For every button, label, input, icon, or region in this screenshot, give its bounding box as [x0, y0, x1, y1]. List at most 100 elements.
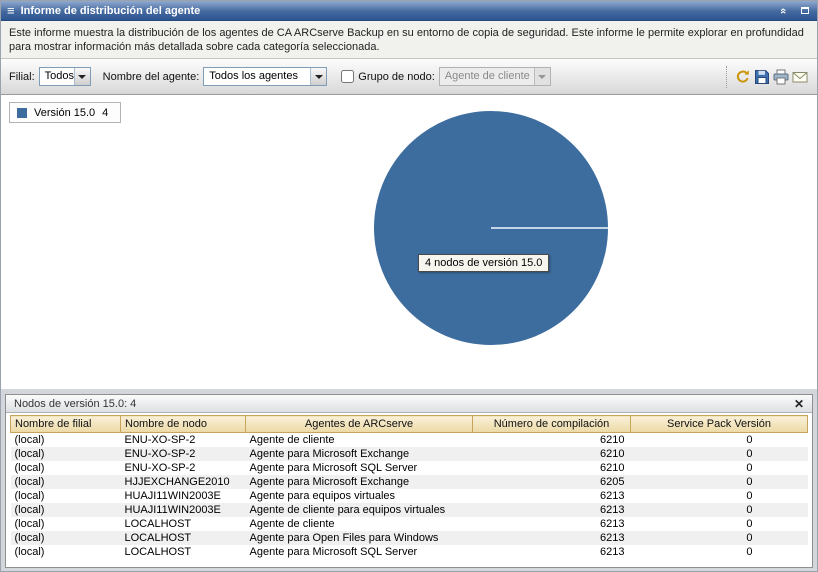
cell-node-name: LOCALHOST	[121, 517, 246, 531]
node-group-label: Grupo de nodo:	[358, 71, 434, 83]
table-row[interactable]: (local) LOCALHOST Agente para Microsoft …	[11, 545, 808, 559]
table-row[interactable]: (local) ENU-XO-SP-2 Agente de cliente 62…	[11, 433, 808, 447]
chart-area: Versión 15.0 4 4 nodos de versión 15.0	[1, 95, 817, 389]
node-group-dropdown-value: Agente de cliente	[440, 68, 534, 85]
cell-node-name: LOCALHOST	[121, 545, 246, 559]
cell-agent-name: Agente para Open Files para Windows	[246, 531, 473, 545]
cell-agent-name: Agente de cliente para equipos virtuales	[246, 503, 473, 517]
cell-build-number: 6210	[473, 433, 631, 447]
agent-name-filter-group: Nombre del agente: Todos los agentes	[103, 67, 328, 86]
cell-service-pack: 0	[631, 531, 808, 545]
cell-branch-name: (local)	[11, 531, 121, 545]
column-header[interactable]: Agentes de ARCserve	[246, 416, 473, 433]
cell-agent-name: Agente de cliente	[246, 433, 473, 447]
detail-panel: Nodos de versión 15.0: 4 ✕ Nombre de fil…	[5, 394, 813, 568]
cell-agent-name: Agente para Microsoft Exchange	[246, 475, 473, 489]
report-window: ≡ Informe de distribución del agente « E…	[0, 0, 818, 572]
cell-branch-name: (local)	[11, 545, 121, 559]
column-header[interactable]: Service Pack Versión	[631, 416, 808, 433]
cell-agent-name: Agente de cliente	[246, 517, 473, 531]
cell-service-pack: 0	[631, 475, 808, 489]
close-icon[interactable]: ✕	[794, 398, 804, 410]
titlebar-controls: «	[777, 4, 811, 17]
table-row[interactable]: (local) ENU-XO-SP-2 Agente para Microsof…	[11, 447, 808, 461]
cell-build-number: 6213	[473, 489, 631, 503]
branch-dropdown-value: Todos	[40, 68, 74, 85]
cell-service-pack: 0	[631, 545, 808, 559]
refresh-icon[interactable]	[733, 67, 752, 86]
cell-agent-name: Agente para Microsoft SQL Server	[246, 545, 473, 559]
detail-panel-header: Nodos de versión 15.0: 4 ✕	[6, 395, 812, 413]
cell-service-pack: 0	[631, 447, 808, 461]
filter-toolbar: Filial: Todos Nombre del agente: Todos l…	[1, 59, 817, 95]
cell-build-number: 6210	[473, 461, 631, 475]
table-row[interactable]: (local) ENU-XO-SP-2 Agente para Microsof…	[11, 461, 808, 475]
cell-build-number: 6213	[473, 545, 631, 559]
table-header-row: Nombre de filialNombre de nodoAgentes de…	[11, 416, 808, 433]
table-body: (local) ENU-XO-SP-2 Agente de cliente 62…	[11, 433, 808, 559]
detail-panel-title: Nodos de versión 15.0: 4	[14, 398, 136, 410]
table-row[interactable]: (local) LOCALHOST Agente de cliente 6213…	[11, 517, 808, 531]
collapse-icon[interactable]: «	[777, 4, 790, 17]
legend-swatch	[17, 108, 27, 118]
titlebar: ≡ Informe de distribución del agente «	[1, 1, 817, 21]
cell-service-pack: 0	[631, 503, 808, 517]
cell-agent-name: Agente para Microsoft SQL Server	[246, 461, 473, 475]
cell-build-number: 6213	[473, 517, 631, 531]
branch-dropdown[interactable]: Todos	[39, 67, 91, 86]
cell-service-pack: 0	[631, 517, 808, 531]
column-header[interactable]: Número de compilación	[473, 416, 631, 433]
window-glyph	[801, 7, 809, 14]
cell-service-pack: 0	[631, 461, 808, 475]
agent-name-dropdown[interactable]: Todos los agentes	[203, 67, 327, 86]
cell-service-pack: 0	[631, 433, 808, 447]
chevron-down-icon	[74, 68, 90, 85]
chart-tooltip: 4 nodos de versión 15.0	[418, 254, 549, 272]
maximize-icon[interactable]	[798, 4, 811, 17]
column-header[interactable]: Nombre de nodo	[121, 416, 246, 433]
cell-branch-name: (local)	[11, 461, 121, 475]
report-list-icon: ≡	[7, 4, 15, 17]
cell-build-number: 6213	[473, 531, 631, 545]
table-row[interactable]: (local) HUAJI11WIN2003E Agente para equi…	[11, 489, 808, 503]
nodes-table: Nombre de filialNombre de nodoAgentes de…	[10, 415, 808, 559]
cell-node-name: ENU-XO-SP-2	[121, 461, 246, 475]
report-description: Este informe muestra la distribución de …	[1, 21, 817, 59]
legend-label: Versión 15.0	[34, 107, 95, 119]
cell-branch-name: (local)	[11, 503, 121, 517]
node-group-checkbox[interactable]	[341, 70, 354, 83]
cell-build-number: 6213	[473, 503, 631, 517]
cell-node-name: HJJEXCHANGE2010	[121, 475, 246, 489]
cell-node-name: HUAJI11WIN2003E	[121, 503, 246, 517]
toolbar-separator	[726, 66, 727, 88]
print-icon[interactable]	[771, 67, 790, 86]
double-chevron-glyph: «	[778, 7, 790, 13]
column-header[interactable]: Nombre de filial	[11, 416, 121, 433]
table-row[interactable]: (local) HUAJI11WIN2003E Agente de client…	[11, 503, 808, 517]
save-icon[interactable]	[752, 67, 771, 86]
branch-filter-group: Filial: Todos	[9, 67, 91, 86]
cell-branch-name: (local)	[11, 517, 121, 531]
cell-branch-name: (local)	[11, 447, 121, 461]
branch-label: Filial:	[9, 71, 35, 83]
cell-node-name: LOCALHOST	[121, 531, 246, 545]
cell-agent-name: Agente para Microsoft Exchange	[246, 447, 473, 461]
agent-name-label: Nombre del agente:	[103, 71, 200, 83]
chevron-down-icon	[310, 68, 326, 85]
chart-legend: Versión 15.0 4	[9, 102, 121, 123]
cell-branch-name: (local)	[11, 475, 121, 489]
node-group-filter-group: Grupo de nodo: Agente de cliente	[339, 67, 550, 86]
email-icon[interactable]	[790, 67, 809, 86]
cell-branch-name: (local)	[11, 433, 121, 447]
agent-name-dropdown-value: Todos los agentes	[204, 68, 310, 85]
legend-count: 4	[102, 107, 108, 119]
cell-build-number: 6210	[473, 447, 631, 461]
window-title: Informe de distribución del agente	[21, 5, 771, 17]
table-row[interactable]: (local) HJJEXCHANGE2010 Agente para Micr…	[11, 475, 808, 489]
cell-branch-name: (local)	[11, 489, 121, 503]
table-row[interactable]: (local) LOCALHOST Agente para Open Files…	[11, 531, 808, 545]
chevron-down-icon	[534, 68, 550, 85]
cell-node-name: ENU-XO-SP-2	[121, 447, 246, 461]
cell-node-name: HUAJI11WIN2003E	[121, 489, 246, 503]
cell-agent-name: Agente para equipos virtuales	[246, 489, 473, 503]
